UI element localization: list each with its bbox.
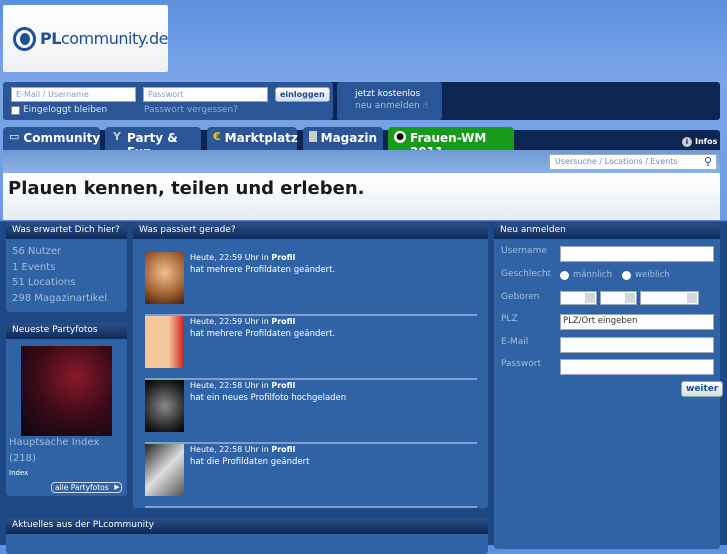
username-input[interactable]	[560, 246, 714, 262]
activity-section-link[interactable]: Profil	[271, 317, 295, 326]
password-label: Passwort	[501, 359, 542, 369]
email-label: E-Mail	[501, 337, 529, 347]
stat-articles[interactable]: 298 Magazinartikel	[12, 291, 121, 307]
activity-title: Was passiert gerade?	[133, 223, 488, 239]
expect-box: Was erwartet Dich hier? 56 Nutzer 1 Even…	[6, 223, 127, 312]
login-button[interactable]: einloggen	[275, 87, 330, 102]
activity-item: Heute, 22:59 Uhr in Profil hat mehrere Pr…	[145, 252, 477, 316]
remember-label: Eingeloggt bleiben	[23, 105, 108, 115]
activity-time: Heute, 22:59 Uhr in	[190, 253, 269, 262]
female-label: weiblich	[635, 270, 670, 280]
tab-marktplatz[interactable]: € Marktplatz	[207, 127, 298, 150]
avatar[interactable]	[145, 380, 184, 432]
search-icon[interactable]: ⚲	[704, 155, 712, 168]
birth-month-select[interactable]	[600, 291, 637, 305]
birth-year-select[interactable]	[640, 291, 699, 305]
plz-label: PLZ	[501, 314, 518, 324]
expect-title: Was erwartet Dich hier?	[6, 223, 127, 239]
activity-text: hat ein neues Profilfoto hochgeladen	[190, 393, 347, 403]
activity-section-link[interactable]: Profil	[271, 253, 295, 262]
activity-time: Heute, 22:58 Uhr in	[190, 381, 269, 390]
partyfotos-box: Neueste Partyfotos Hauptsache Index (218…	[6, 323, 127, 496]
avatar[interactable]	[145, 444, 184, 496]
email-input-register[interactable]	[560, 337, 714, 353]
male-radio[interactable]	[560, 270, 569, 280]
born-label: Geboren	[501, 292, 540, 302]
party-photo[interactable]	[21, 346, 112, 436]
search-input[interactable]: Usersuche / Locations / Events ⚲	[549, 154, 717, 170]
stat-locations[interactable]: 51 Locations	[12, 275, 121, 291]
page-title: Plauen kennen, teilen und erleben.	[3, 173, 720, 220]
all-partyfotos-button[interactable]: alle Partyfotos ▶	[51, 482, 122, 493]
activity-time: Heute, 22:58 Uhr in	[190, 445, 269, 454]
activity-text: hat mehrere Profildaten geändert.	[190, 329, 336, 339]
activity-text: hat mehrere Profildaten geändert.	[190, 265, 336, 275]
register-promo-button[interactable]: jetzt kostenlos neu anmelden ☝	[337, 82, 442, 120]
promo-line2: neu anmelden ☝	[355, 101, 429, 111]
register-title: Neu anmelden	[494, 223, 720, 239]
forgot-password-link[interactable]: Passwort vergessen?	[144, 105, 238, 115]
password-input[interactable]: Passwort	[143, 87, 268, 102]
email-input[interactable]: E-Mail / Username	[11, 87, 136, 102]
password-input-register[interactable]	[560, 359, 714, 375]
avatar[interactable]	[145, 316, 184, 368]
hand-cursor-icon: ☝	[419, 101, 429, 111]
activity-section-link[interactable]: Profil	[271, 445, 295, 454]
partyfotos-title: Neueste Partyfotos	[6, 323, 127, 339]
register-box: Neu anmelden Username Geschlecht männlic…	[494, 223, 724, 549]
album-title[interactable]: Hauptsache Index	[9, 437, 99, 448]
plz-input[interactable]: PLZ/Ort eingeben	[560, 314, 714, 330]
logo-icon	[13, 26, 37, 51]
promo-line1: jetzt kostenlos	[355, 89, 421, 99]
activity-text: hat die Profildaten geändert	[190, 457, 310, 467]
username-label: Username	[501, 246, 547, 256]
tab-magazin[interactable]: Magazin	[303, 127, 383, 150]
album-count: (218)	[9, 453, 36, 464]
birth-day-select[interactable]	[560, 291, 597, 305]
tab-party-fun[interactable]: YParty & Fun	[105, 127, 201, 159]
login-box: E-Mail / Username Passwort einloggen Ein…	[3, 82, 333, 120]
album-location: Index	[9, 469, 29, 477]
remember-checkbox[interactable]	[11, 106, 20, 115]
euro-icon: €	[213, 130, 221, 143]
activity-box: Was passiert gerade? Heute, 22:59 Uhr in…	[133, 223, 488, 508]
female-radio[interactable]	[622, 270, 632, 280]
activity-item: Heute, 22:58 Uhr in Profil hat ein neues …	[145, 380, 477, 444]
logo[interactable]: PLcommunity.de	[3, 5, 169, 72]
activity-item: Heute, 22:59 Uhr in Profil hat mehrere Pr…	[145, 316, 477, 380]
activity-time: Heute, 22:59 Uhr in	[190, 317, 269, 326]
soccer-ball-icon: ●	[394, 131, 407, 143]
stat-events[interactable]: 1 Events	[12, 260, 121, 276]
avatar[interactable]	[145, 252, 184, 304]
submit-button[interactable]: weiter	[681, 381, 724, 397]
tab-frauen-wm[interactable]: ●Frauen-WM 2011	[388, 127, 514, 159]
arrow-right-icon: ▶	[114, 483, 120, 491]
male-label: männlich	[573, 270, 613, 280]
news-box: Aktuelles aus der PLcommunity	[6, 518, 488, 554]
cocktail-icon: Y	[113, 130, 121, 143]
activity-item: Heute, 22:58 Uhr in Profil hat die Profil…	[145, 444, 477, 508]
gender-label: Geschlecht	[501, 269, 552, 279]
tab-community[interactable]: ▭ Community	[3, 127, 100, 150]
infos-link[interactable]: i Infos	[682, 137, 717, 147]
activity-section-link[interactable]: Profil	[271, 381, 295, 390]
logo-text: PLcommunity.de	[40, 29, 168, 48]
info-icon: i	[682, 137, 692, 147]
newspaper-icon	[309, 131, 317, 142]
stat-users[interactable]: 56 Nutzer	[12, 244, 121, 260]
chat-icon: ▭	[9, 130, 20, 143]
news-title: Aktuelles aus der PLcommunity	[6, 518, 488, 534]
